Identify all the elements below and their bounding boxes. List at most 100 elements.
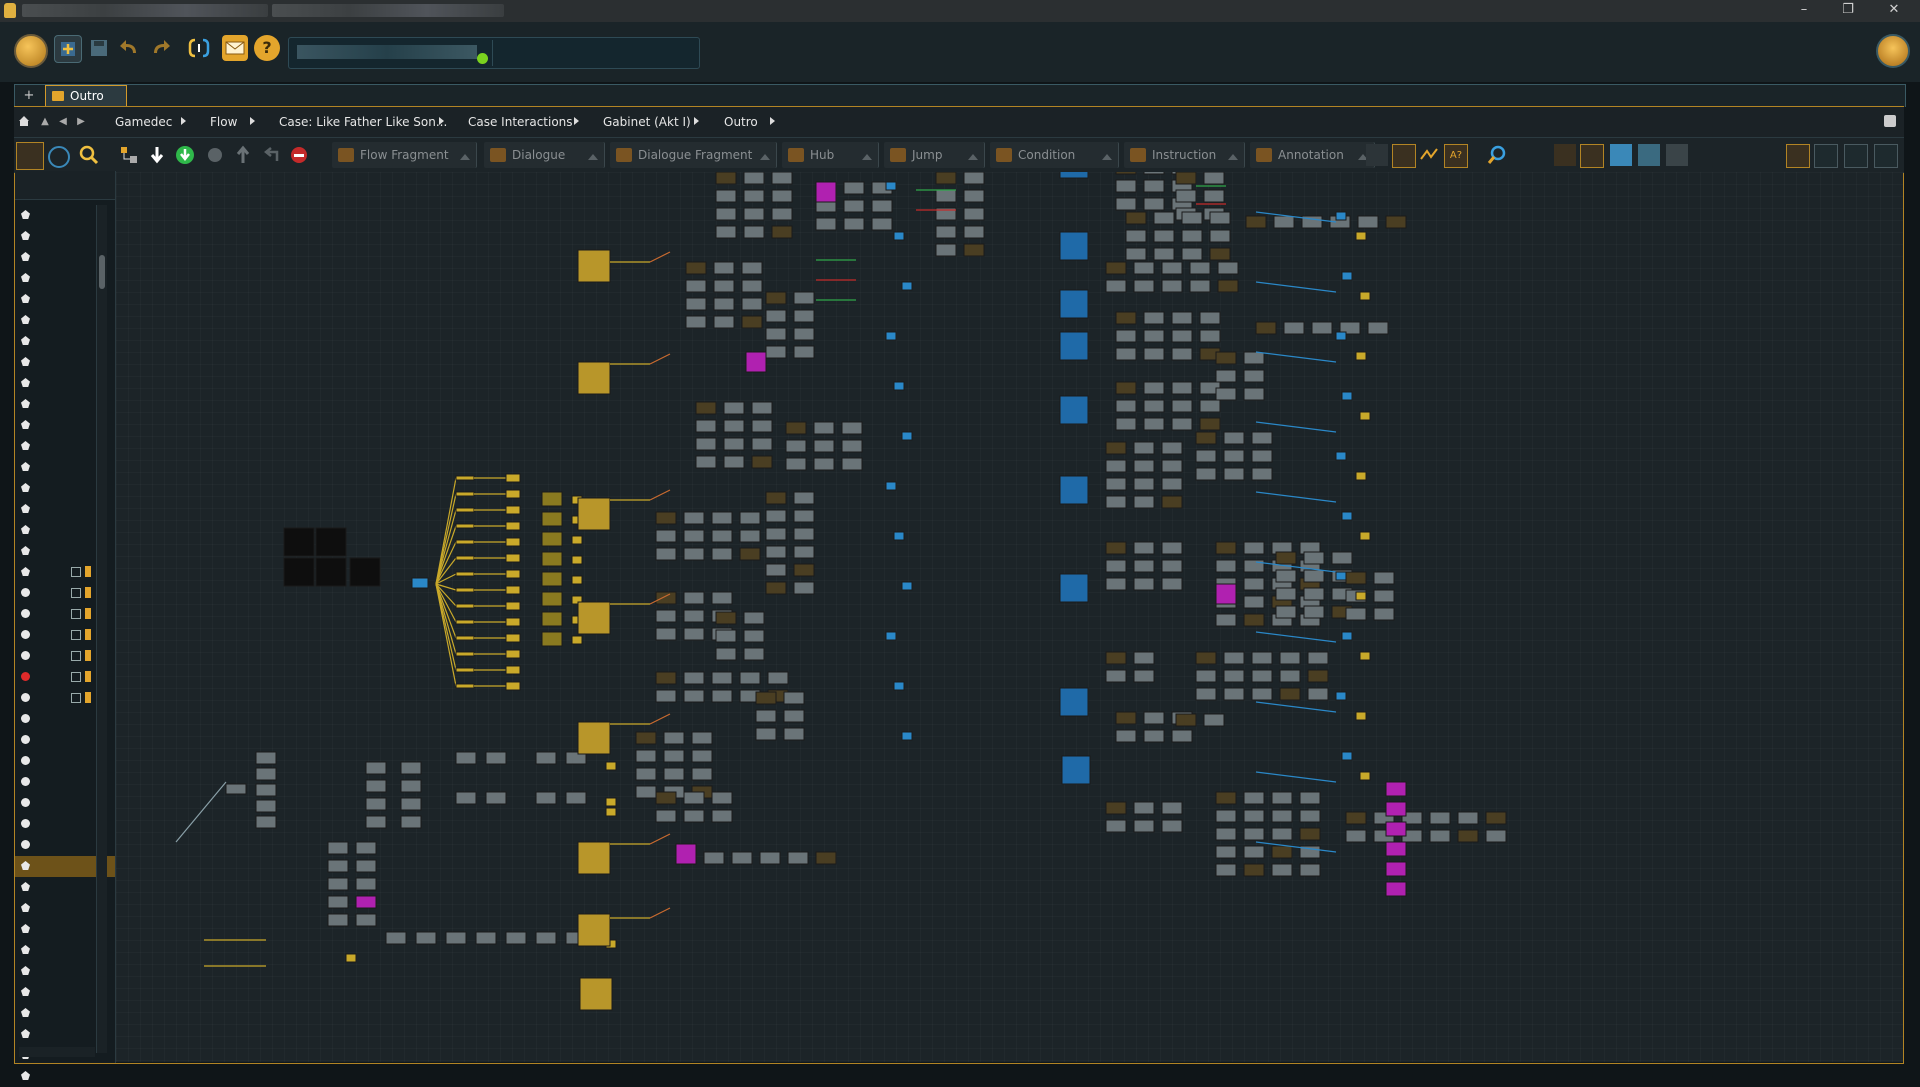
dialogue-fragment-node[interactable] (1299, 809, 1321, 823)
jump-node[interactable] (345, 953, 357, 963)
dialogue-fragment-node[interactable] (655, 791, 677, 805)
dialogue-fragment-node[interactable] (1429, 811, 1451, 825)
flow-fragment-node[interactable] (577, 841, 611, 875)
dialogue-fragment-node[interactable] (713, 297, 735, 311)
dialogue-fragment-node[interactable] (1161, 577, 1183, 591)
pin-node[interactable] (1341, 631, 1353, 641)
dialogue-fragment-node[interactable] (755, 709, 777, 723)
dialogue-fragment-node[interactable] (1143, 179, 1165, 193)
tree-view-icon[interactable] (16, 142, 44, 170)
dialogue-fragment-node[interactable] (1199, 399, 1221, 413)
dialogue-fragment-node[interactable] (1299, 863, 1321, 877)
dialogue-fragment-node[interactable] (327, 859, 349, 873)
flow-canvas[interactable] (116, 172, 1903, 1062)
dialogue-fragment-node[interactable] (1215, 791, 1237, 805)
dialogue-fragment-node[interactable] (1209, 247, 1231, 261)
dialogue-fragment-node[interactable] (400, 761, 422, 775)
dialogue-fragment-node[interactable] (695, 455, 717, 469)
dialogue-fragment-node[interactable] (1271, 791, 1293, 805)
dialogue-fragment-node[interactable] (1243, 559, 1265, 573)
dialogue-fragment-node[interactable] (743, 207, 765, 221)
dialogue-fragment-node[interactable] (715, 647, 737, 661)
dialogue-fragment-node[interactable] (1153, 229, 1175, 243)
zoom-icon[interactable] (1486, 144, 1508, 166)
rss-icon[interactable] (1884, 115, 1896, 127)
dialogue-fragment-node[interactable] (1251, 431, 1273, 445)
dialogue-fragment-node[interactable] (1175, 713, 1197, 727)
dialogue-fragment-node[interactable] (1115, 172, 1137, 175)
dialogue-fragment-node[interactable] (1153, 211, 1175, 225)
dialogue-fragment-node[interactable] (1171, 417, 1193, 431)
dialogue-fragment-node[interactable] (1457, 829, 1479, 843)
dialogue-fragment-node[interactable] (755, 691, 777, 705)
jump-node[interactable] (505, 505, 521, 515)
dialogue-fragment-node[interactable] (365, 761, 387, 775)
dialogue-fragment-node[interactable] (685, 297, 707, 311)
dialogue-fragment-node[interactable] (1133, 559, 1155, 573)
dialogue-fragment-node[interactable] (635, 731, 657, 745)
dialogue-fragment-node[interactable] (1161, 279, 1183, 293)
up-icon[interactable]: ▲ (38, 115, 52, 129)
dialogue-fragment-node[interactable] (1143, 197, 1165, 211)
connector-node[interactable] (455, 667, 475, 673)
dialogue-fragment-node[interactable] (683, 627, 705, 641)
dialogue-fragment-node[interactable] (1243, 613, 1265, 627)
new-icon[interactable] (54, 35, 82, 63)
dialogue-fragment-node[interactable] (327, 913, 349, 927)
breadcrumb-item-flow[interactable]: Flow (210, 115, 237, 129)
dialogue-fragment-node[interactable] (1161, 477, 1183, 491)
dialogue-fragment-node[interactable] (1115, 329, 1137, 343)
instruction-node[interactable] (745, 351, 767, 373)
dialogue-fragment-node[interactable] (771, 189, 793, 203)
dialogue-fragment-node[interactable] (1171, 347, 1193, 361)
dialogue-fragment-node[interactable] (1115, 381, 1137, 395)
dialogue-fragment-node[interactable] (1215, 369, 1237, 383)
dialogue-fragment-node[interactable] (765, 309, 787, 323)
dialogue-fragment-node[interactable] (785, 457, 807, 471)
dialogue-fragment-node[interactable] (1199, 329, 1221, 343)
dialogue-fragment-node[interactable] (1243, 351, 1265, 365)
export-icon[interactable] (1610, 144, 1632, 166)
dialogue-fragment-node[interactable] (715, 172, 737, 185)
dialogue-fragment-node[interactable] (1115, 347, 1137, 361)
dialogue-fragment-node[interactable] (355, 895, 377, 909)
dialogue-fragment-node[interactable] (1105, 541, 1127, 555)
jump-node[interactable] (505, 585, 521, 595)
dialogue-fragment-node[interactable] (635, 785, 657, 799)
settings-icon[interactable] (1554, 144, 1576, 166)
dialogue-fragment-node[interactable] (535, 791, 557, 805)
expand-icon[interactable] (71, 609, 81, 619)
dialogue-fragment-node[interactable] (655, 547, 677, 561)
dialogue-fragment-node[interactable] (963, 189, 985, 203)
breadcrumb-item-outro[interactable]: Outro (724, 115, 758, 129)
dialogue-fragment-node[interactable] (1115, 399, 1137, 413)
annotation-node[interactable] (349, 557, 381, 587)
dialogue-fragment-node[interactable] (713, 261, 735, 275)
dialogue-fragment-node[interactable] (783, 691, 805, 705)
dialogue-fragment-node[interactable] (1243, 845, 1265, 859)
dialogue-fragment-node[interactable] (723, 401, 745, 415)
instruction-node[interactable] (675, 843, 697, 865)
expand-icon[interactable] (71, 693, 81, 703)
dialogue-fragment-node[interactable] (635, 767, 657, 781)
dialogue-fragment-node[interactable] (1143, 311, 1165, 325)
dialogue-fragment-node[interactable] (655, 671, 677, 685)
connector-node[interactable] (455, 523, 475, 529)
pin-node[interactable] (901, 581, 913, 591)
dialogue-fragment-node[interactable] (765, 581, 787, 595)
breadcrumb-arrow-icon[interactable] (181, 117, 186, 125)
dialogue-fragment-node[interactable] (741, 279, 763, 293)
dialogue-fragment-node[interactable] (739, 671, 761, 685)
jump-node[interactable] (1355, 711, 1367, 721)
dialogue-fragment-node[interactable] (1125, 211, 1147, 225)
palette-flow-fragment[interactable]: Flow Fragment (332, 142, 477, 168)
instruction-node[interactable] (1385, 801, 1407, 817)
pin-node[interactable] (893, 531, 905, 541)
sync-icon[interactable] (186, 35, 212, 61)
dialogue-fragment-node[interactable] (723, 455, 745, 469)
dialogue-fragment-node[interactable] (1133, 801, 1155, 815)
search-icon[interactable] (78, 144, 100, 166)
dialogue-fragment-node[interactable] (1153, 247, 1175, 261)
dialogue-fragment-node[interactable] (683, 791, 705, 805)
dialogue-node[interactable] (541, 511, 563, 527)
